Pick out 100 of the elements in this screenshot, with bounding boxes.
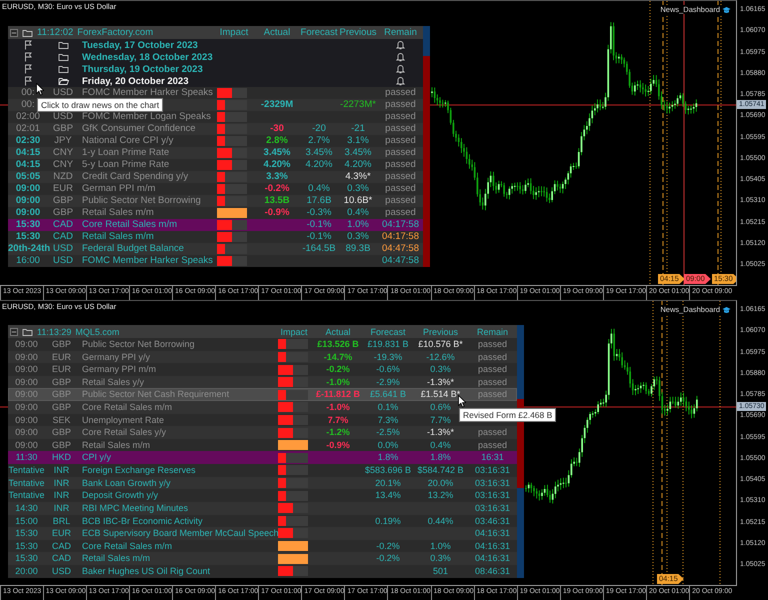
event-title[interactable]: German PPI m/m [82, 183, 156, 194]
previous-value: 0.44% [428, 516, 454, 526]
event-title[interactable]: FOMC Member Harker Speaks [82, 255, 213, 266]
column-header: Previous [340, 27, 376, 38]
event-title[interactable]: CPI y/y [82, 452, 112, 462]
event-title[interactable]: Federal Budget Balance [82, 243, 184, 254]
table-row[interactable]: 14:30 INR RBI MPC Meeting Minutes 03:16:31 [8, 502, 517, 515]
event-title[interactable]: Core Retail Sales m/m [82, 219, 178, 230]
currency-cell: USD [52, 87, 74, 98]
bell-icon[interactable] [396, 64, 405, 74]
table-row[interactable]: 11:30 HKD CPI y/y 1.8% 1.8% 16:31 [8, 451, 517, 464]
folder-icon[interactable] [58, 64, 68, 74]
currency-cell: USD [52, 566, 71, 576]
table-row[interactable]: 09:00 GBP Retail Sales y/y -1.0% -2.9% -1.3%* passed [8, 376, 517, 388]
folder-icon[interactable] [58, 40, 68, 50]
event-title[interactable]: RBI MPC Meeting Minutes [82, 502, 188, 513]
table-row[interactable]: 02:01 GBP GfK Consumer Confidence -30 -20 -21 passed [8, 123, 423, 135]
bell-icon[interactable] [396, 40, 405, 50]
event-title[interactable]: Public Sector Net Borrowing [82, 195, 201, 206]
previous-value: 0.3% [347, 183, 369, 194]
time-cell: 16:00 [16, 255, 40, 266]
event-title[interactable]: FOMC Member Harker Speaks [82, 87, 213, 98]
table-row[interactable]: 09:00 GBP Retail Sales m/m -0.9% 0.0% 0.4% passed [8, 438, 517, 452]
event-title[interactable]: National Core CPI y/y [82, 135, 174, 146]
table-row[interactable]: 09:00 GBP Public Sector Net Cash Requirement £-11.812 B £5.641 B £1.514 B* passed [8, 388, 517, 402]
time-cell: 09:00 [15, 440, 38, 450]
time-cell: 09:00 [15, 427, 38, 438]
forecast-value: 4.20% [306, 159, 332, 170]
event-title[interactable]: ECB Supervisory Board Member McCaul Speech [82, 528, 279, 538]
remaining-time: 08:46:31 [474, 566, 510, 576]
table-row[interactable]: 15:30 CAD Core Retail Sales m/m -0.1% 1.0% 04:17:58 [8, 219, 423, 231]
table-row[interactable]: 20th-24th USD Federal Budget Balance -164.5B 89.3B 04:47:58 [8, 243, 423, 255]
forecast-value: -2.5% [376, 427, 400, 438]
event-title[interactable]: Retail Sales m/m [82, 440, 150, 450]
event-title[interactable]: Core Retail Sales m/m [82, 402, 172, 412]
event-title[interactable]: Retail Sales m/m [82, 207, 154, 218]
table-row[interactable]: 15:30 CAD Retail Sales m/m -0.2% 0.3% 04:16:31 [8, 552, 517, 565]
bell-icon[interactable] [396, 52, 405, 62]
event-title[interactable]: Core Retail Sales m/m [82, 540, 172, 551]
event-title[interactable]: 5-y Loan Prime Rate [82, 159, 170, 170]
actual-value: 7.7% [328, 414, 348, 425]
event-title[interactable]: 1-y Loan Prime Rate [82, 147, 170, 158]
remaining-time: passed [385, 183, 416, 194]
previous-value: -1.3%* [426, 376, 454, 387]
remaining-time: passed [478, 376, 508, 387]
collapse-button[interactable]: − [10, 28, 18, 36]
event-title[interactable]: Deposit Growth y/y [82, 490, 158, 500]
table-row[interactable]: 09:00 EUR Germany PPI y/y -14.7% -19.3% -12.6% passed [8, 350, 517, 364]
table-row[interactable]: 09:00 GBP Public Sector Net Borrowing 13.5B 17.6B 10.6B* passed [8, 195, 423, 207]
time-cell: 09:00 [16, 207, 40, 218]
forecast-value: -0.3% [306, 207, 332, 218]
forecast-value: 1.8% [378, 452, 398, 462]
event-title[interactable]: Public Sector Net Borrowing [82, 339, 195, 349]
event-title[interactable]: Retail Sales m/m [82, 231, 154, 242]
event-title[interactable]: Unemployment Rate [82, 414, 164, 425]
currency-cell: HKD [52, 452, 71, 462]
source-name[interactable]: MQL5.com [75, 326, 120, 336]
event-title[interactable]: Foreign Exchange Reserves [82, 465, 196, 476]
time-cell: 04:15 [16, 159, 40, 170]
event-title[interactable]: BCB IBC-Br Economic Activity [82, 516, 203, 526]
remaining-time: passed [385, 87, 416, 98]
graduation-cap-icon[interactable] [722, 6, 731, 14]
actual-value: -14.7% [324, 352, 352, 362]
event-title[interactable]: Bank Loan Growth y/y [82, 478, 171, 488]
event-title[interactable]: Retail Sales y/y [82, 376, 144, 387]
table-row[interactable]: 15:00 BRL BCB IBC-Br Economic Activity 0.19% 0.44% 03:46:31 [8, 514, 517, 528]
source-name[interactable]: ForexFactory.com [77, 27, 154, 38]
time-cell: 09:00 [15, 376, 38, 387]
event-title[interactable]: Germany PPI m/m [82, 364, 156, 374]
actual-value: -0.9% [264, 207, 290, 218]
currency-cell: JPY [54, 135, 72, 146]
event-title[interactable]: Baker Hughes US Oil Rig Count [82, 566, 210, 576]
graduation-cap-icon[interactable] [722, 306, 731, 314]
event-title[interactable]: Core Retail Sales y/y [82, 427, 166, 438]
event-title[interactable]: GfK Consumer Confidence [82, 123, 196, 134]
actual-value: 2.8% [266, 135, 288, 146]
table-row[interactable]: 15:30 EUR ECB Supervisory Board Member McCaul Speech 04:16:31 [8, 527, 517, 540]
event-title[interactable]: FOMC Member Logan Speaks [82, 111, 211, 122]
table-row[interactable]: Tentative INR Bank Loan Growth y/y 20.1% 20.0% 03:16:31 [8, 476, 517, 490]
event-title[interactable]: Public Sector Net Cash Requirement [82, 389, 230, 400]
event-title[interactable]: Retail Sales m/m [82, 553, 150, 564]
folder-icon[interactable] [58, 52, 68, 62]
table-row[interactable]: 04:15 CNY 1-y Loan Prime Rate 3.45% 3.45% 3.45% passed [8, 147, 423, 159]
remaining-time: 03:16:31 [474, 502, 510, 513]
actual-value: 3.45% [264, 147, 290, 158]
actual-value: -1.0% [326, 402, 350, 412]
table-row[interactable]: 09:00 GBP Core Retail Sales y/y -1.2% -2.5% -1.3%* passed [8, 426, 517, 439]
scroll-bar[interactable] [423, 26, 430, 267]
actual-value: -2329M [260, 99, 294, 110]
table-row[interactable]: 05:05 NZD Credit Card Spending y/y 3.3% 4.3%* passed [8, 171, 423, 183]
forecast-value: £5.641 B [370, 389, 406, 400]
currency-cell: CAD [52, 540, 71, 551]
event-title[interactable]: Credit Card Spending y/y [82, 171, 188, 182]
collapse-button[interactable]: − [10, 328, 18, 336]
table-row[interactable]: 15:30 CAD Core Retail Sales m/m -0.2% 1.0% 04:16:31 [8, 540, 517, 552]
currency-cell: BRL [52, 516, 70, 526]
folder-icon[interactable] [58, 76, 68, 86]
bell-icon[interactable] [396, 76, 405, 86]
event-title[interactable]: Germany PPI y/y [82, 352, 150, 362]
currency-cell: GBP [52, 427, 71, 438]
